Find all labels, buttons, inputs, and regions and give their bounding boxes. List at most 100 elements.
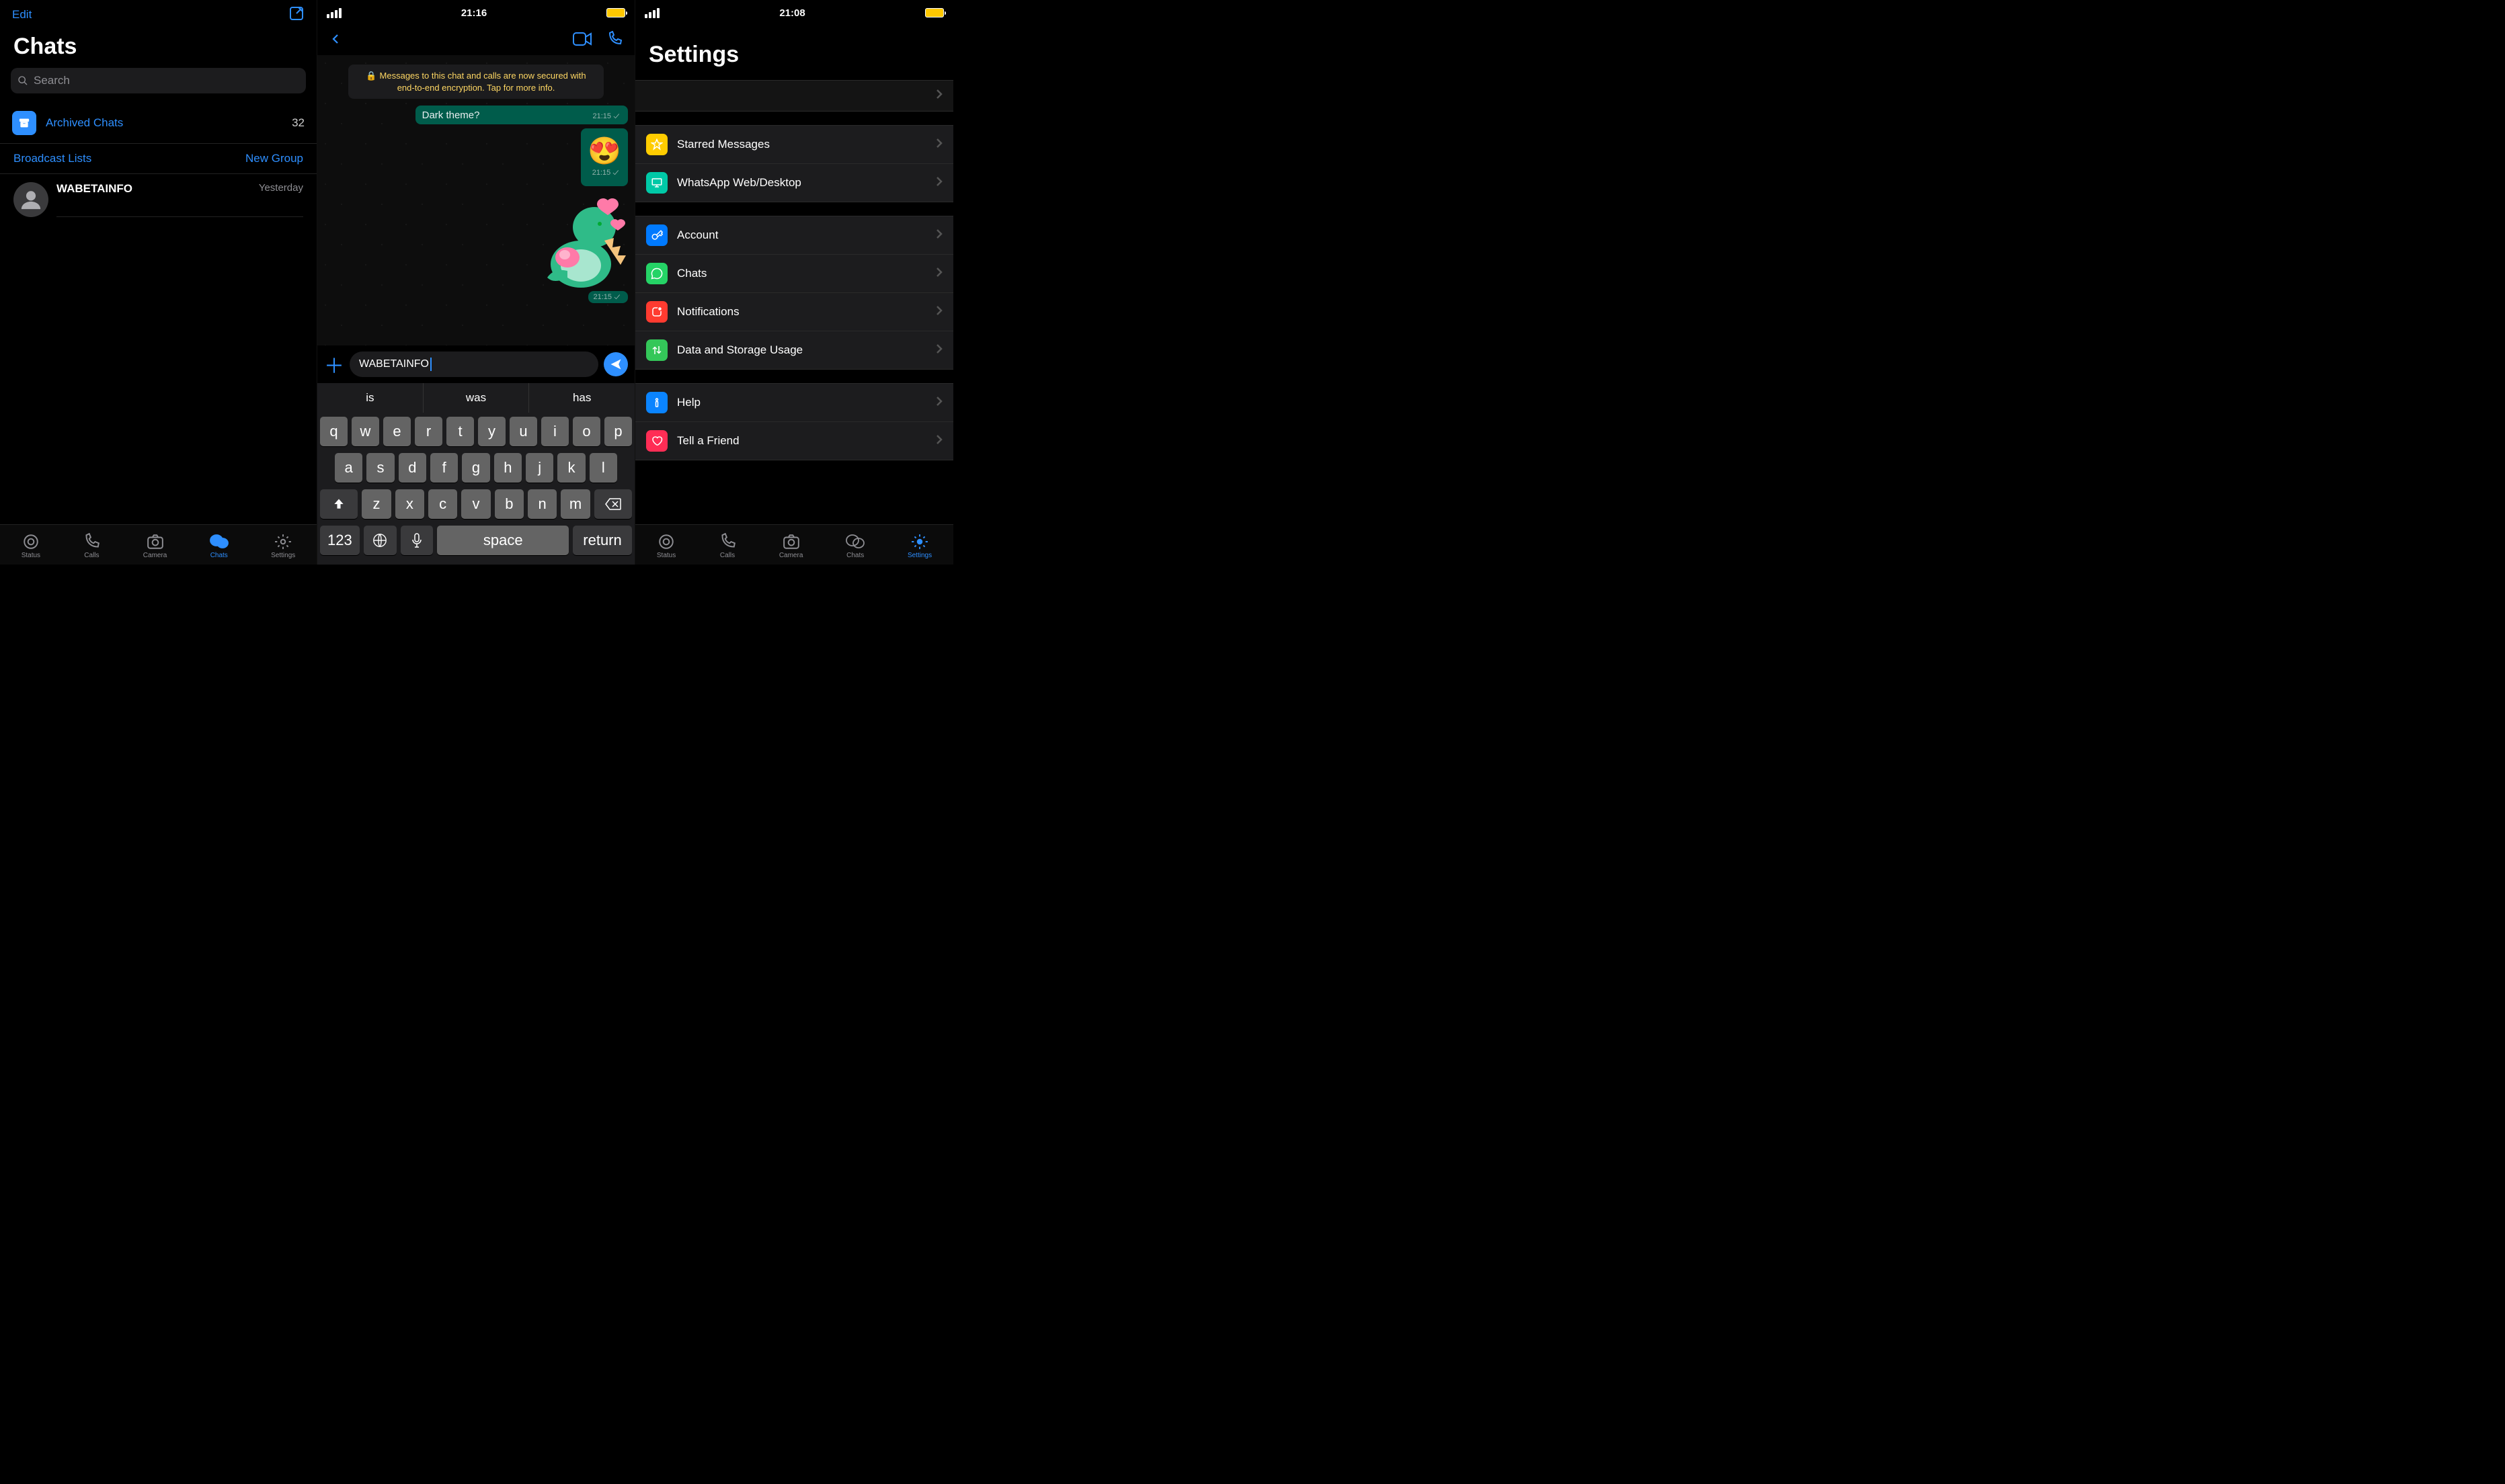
key-y[interactable]: y <box>478 417 506 446</box>
messages-area[interactable]: 🔒Messages to this chat and calls are now… <box>317 55 635 345</box>
message-text: Dark theme? <box>422 110 480 121</box>
tab-status[interactable]: Status <box>657 533 676 559</box>
message-input[interactable]: WABETAINFO <box>350 352 598 377</box>
tab-chats[interactable]: Chats <box>210 533 229 559</box>
key-z[interactable]: z <box>362 489 391 519</box>
broadcast-lists-button[interactable]: Broadcast Lists <box>13 152 91 165</box>
key-s[interactable]: s <box>366 453 394 483</box>
key-p[interactable]: p <box>604 417 632 446</box>
dinosaur-sticker <box>527 190 628 291</box>
sticker-message[interactable]: 21:15 <box>507 190 628 303</box>
mic-key[interactable] <box>401 526 434 555</box>
settings-row-chats[interactable]: Chats <box>635 255 953 293</box>
key-e[interactable]: e <box>383 417 411 446</box>
heart-icon <box>646 430 668 452</box>
key-g[interactable]: g <box>462 453 489 483</box>
whatsapp-icon <box>646 263 668 284</box>
archived-chats-row[interactable]: Archived Chats 32 <box>0 103 317 144</box>
key-r[interactable]: r <box>415 417 442 446</box>
chevron-right-icon <box>936 138 943 152</box>
video-call-button[interactable] <box>573 32 592 49</box>
backspace-key[interactable] <box>594 489 632 519</box>
key-f[interactable]: f <box>430 453 458 483</box>
list-actions: Broadcast Lists New Group <box>0 144 317 174</box>
settings-row-whatsapp-web-desktop[interactable]: WhatsApp Web/Desktop <box>635 164 953 202</box>
tab-calls[interactable]: Calls <box>83 533 100 559</box>
key-c[interactable]: c <box>428 489 457 519</box>
settings-row-starred-messages[interactable]: Starred Messages <box>635 126 953 164</box>
chat-list-item[interactable]: WABETAINFO Yesterday <box>0 174 317 225</box>
compose-button[interactable] <box>288 5 305 25</box>
globe-key[interactable] <box>364 526 397 555</box>
chevron-right-icon <box>936 396 943 410</box>
key-x[interactable]: x <box>395 489 424 519</box>
key-w[interactable]: w <box>352 417 379 446</box>
return-key[interactable]: return <box>573 526 632 555</box>
key-u[interactable]: u <box>510 417 537 446</box>
tab-settings[interactable]: Settings <box>271 533 295 559</box>
tab-camera[interactable]: Camera <box>143 533 167 559</box>
conversation-screen: 21:16 🔒Messages to this chat and calls a… <box>317 0 635 565</box>
key-h[interactable]: h <box>494 453 522 483</box>
key-j[interactable]: j <box>526 453 553 483</box>
heart-eyes-emoji: 😍 <box>588 138 621 165</box>
status-bar: 21:08 <box>635 0 953 26</box>
key-n[interactable]: n <box>528 489 557 519</box>
clock: 21:08 <box>779 7 805 19</box>
key-d[interactable]: d <box>399 453 426 483</box>
avatar <box>13 182 48 217</box>
tab-bar: Status Calls Camera Chats Settings <box>0 524 317 565</box>
encryption-banner[interactable]: 🔒Messages to this chat and calls are now… <box>348 65 604 99</box>
key-m[interactable]: m <box>561 489 590 519</box>
tab-settings[interactable]: Settings <box>908 533 932 559</box>
attach-button[interactable]: ＋ <box>324 349 344 379</box>
settings-row-notifications[interactable]: Notifications <box>635 293 953 331</box>
tab-status[interactable]: Status <box>22 533 40 559</box>
space-key[interactable]: space <box>437 526 569 555</box>
message-bubble[interactable]: Dark theme? 21:15 <box>415 106 628 124</box>
suggestion[interactable]: is <box>317 383 424 413</box>
signal-icon <box>645 8 660 18</box>
settings-screen: 21:08 Settings Starred MessagesWhatsApp … <box>635 0 953 565</box>
archived-label: Archived Chats <box>46 116 292 130</box>
new-group-button[interactable]: New Group <box>245 152 303 165</box>
settings-row-account[interactable]: Account <box>635 216 953 255</box>
chevron-right-icon <box>936 89 943 103</box>
tab-chats[interactable]: Chats <box>846 533 865 559</box>
key-k[interactable]: k <box>557 453 585 483</box>
key-icon <box>646 224 668 246</box>
battery-icon <box>606 8 625 17</box>
settings-list: Starred MessagesWhatsApp Web/Desktop Acco… <box>635 73 953 565</box>
chats-screen: Edit Chats Search Archived Chats 32 Broa… <box>0 0 317 565</box>
shift-key[interactable] <box>320 489 358 519</box>
voice-call-button[interactable] <box>606 31 623 50</box>
edit-button[interactable]: Edit <box>12 8 32 22</box>
lock-icon: 🔒 <box>366 70 376 82</box>
tab-calls[interactable]: Calls <box>719 533 736 559</box>
key-b[interactable]: b <box>495 489 524 519</box>
key-i[interactable]: i <box>541 417 569 446</box>
search-icon <box>17 75 28 86</box>
settings-row-help[interactable]: Help <box>635 384 953 422</box>
tab-camera[interactable]: Camera <box>779 533 803 559</box>
suggestion[interactable]: has <box>529 383 635 413</box>
key-o[interactable]: o <box>573 417 600 446</box>
suggestion[interactable]: was <box>424 383 530 413</box>
send-button[interactable] <box>604 352 628 376</box>
search-input[interactable]: Search <box>11 68 306 93</box>
settings-row-tell-a-friend[interactable]: Tell a Friend <box>635 422 953 460</box>
chevron-right-icon <box>936 267 943 281</box>
numbers-key[interactable]: 123 <box>320 526 360 555</box>
arrows-icon <box>646 339 668 361</box>
back-button[interactable] <box>329 31 342 50</box>
keyboard-suggestions: iswashas <box>317 383 635 413</box>
key-l[interactable]: l <box>590 453 617 483</box>
key-v[interactable]: v <box>461 489 490 519</box>
key-q[interactable]: q <box>320 417 348 446</box>
settings-row-data-and-storage-usage[interactable]: Data and Storage Usage <box>635 331 953 369</box>
emoji-message[interactable]: 😍 21:15 <box>581 128 628 186</box>
star-icon <box>646 134 668 155</box>
key-a[interactable]: a <box>335 453 362 483</box>
key-t[interactable]: t <box>446 417 474 446</box>
profile-row[interactable] <box>635 81 953 111</box>
